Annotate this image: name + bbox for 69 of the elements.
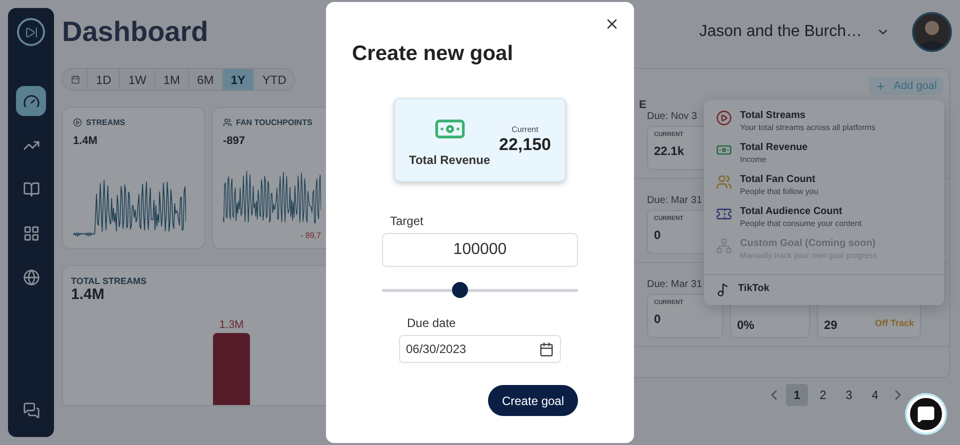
menu-item-subtitle: People that consume your content: [740, 219, 862, 228]
gauge-icon: [22, 92, 40, 110]
plus-icon: [874, 80, 886, 92]
page-title: Dashboard: [62, 16, 208, 48]
card-value: 1.4M: [71, 286, 104, 303]
menu-item-title: Total Fan Count: [740, 174, 816, 185]
menu-item-subtitle: Income: [740, 155, 768, 164]
target-slider[interactable]: [382, 282, 578, 298]
field-label: Due date: [407, 316, 457, 330]
menu-item[interactable]: TikTok: [704, 279, 944, 303]
goal-type-icon: [716, 206, 732, 222]
card-title: STREAMS: [86, 118, 126, 127]
menu-item[interactable]: Total Streams Your total streams across all platforms: [704, 106, 944, 138]
menu-item-title: Total Audience Count: [740, 206, 844, 217]
stat-value: 0: [654, 228, 661, 242]
goal-title: E: [639, 99, 646, 111]
page-button[interactable]: 1: [786, 384, 808, 406]
goal-type-icon: [716, 110, 732, 126]
menu-item[interactable]: Total Audience Count People that consume your content: [704, 202, 944, 234]
avatar[interactable]: [912, 12, 952, 52]
due-date: Due: Mar 31: [647, 195, 702, 206]
menu-item[interactable]: Total Fan Count People that follow you: [704, 170, 944, 202]
target-field[interactable]: 100000: [382, 233, 578, 267]
book-icon: [22, 180, 40, 198]
globe-icon: [22, 268, 40, 286]
page-button[interactable]: 2: [812, 384, 834, 406]
page-button[interactable]: 4: [864, 384, 886, 406]
menu-item-title: Total Streams: [740, 110, 806, 121]
music-note-icon: [716, 283, 730, 297]
due-date: Due: Nov 3: [647, 111, 698, 122]
field-label: Target: [390, 214, 424, 228]
stat-value: 22.1k: [654, 144, 684, 158]
account-switcher[interactable]: Jason and the Burch…: [699, 23, 902, 41]
chat-icon: [917, 405, 935, 423]
menu-item-title: TikTok: [738, 283, 770, 296]
play-icon: [73, 118, 82, 127]
goal-type-icon: [716, 174, 732, 190]
card-title: TOTAL STREAMS: [71, 276, 147, 286]
menu-item-subtitle: People that follow you: [740, 187, 818, 196]
skip-icon: [24, 26, 38, 38]
range-tab[interactable]: 1Y: [222, 69, 254, 90]
people-icon: [223, 118, 232, 127]
goal-name: Total Revenue: [409, 153, 490, 167]
stat-value: 29: [824, 318, 838, 332]
chat-button[interactable]: [907, 395, 945, 433]
calendar-icon[interactable]: [539, 342, 554, 356]
change-value: - 89,7: [300, 231, 321, 240]
card-title: FAN TOUCHPOINTS: [236, 118, 312, 127]
bar: [213, 333, 250, 405]
status-text: Off Track: [874, 318, 914, 328]
card-value: -897: [223, 135, 246, 147]
sidebar-item[interactable]: [16, 86, 46, 116]
current-label: Current: [512, 125, 538, 134]
slider-thumb[interactable]: [452, 282, 468, 298]
bar-label: 1.3M: [218, 319, 245, 331]
stat-value: 0%: [737, 318, 754, 332]
current-value: 22,150: [499, 135, 551, 155]
menu-item-title: Total Revenue: [740, 142, 808, 153]
chat-icon: [22, 402, 40, 418]
stat-value: 0: [654, 312, 661, 326]
dialog-title: Create new goal: [352, 42, 514, 66]
grid-icon: [22, 224, 40, 242]
menu-item[interactable]: Total Revenue Income: [704, 138, 944, 170]
due-date: Due: Mar 31: [647, 279, 702, 290]
create-goal-button[interactable]: Create goal: [488, 385, 578, 416]
page-button[interactable]: 3: [838, 384, 860, 406]
menu-item-subtitle: Your total streams across all platforms: [740, 123, 876, 132]
card-value: 1.4M: [73, 135, 98, 147]
date-field[interactable]: 06/30/2023: [399, 335, 561, 363]
